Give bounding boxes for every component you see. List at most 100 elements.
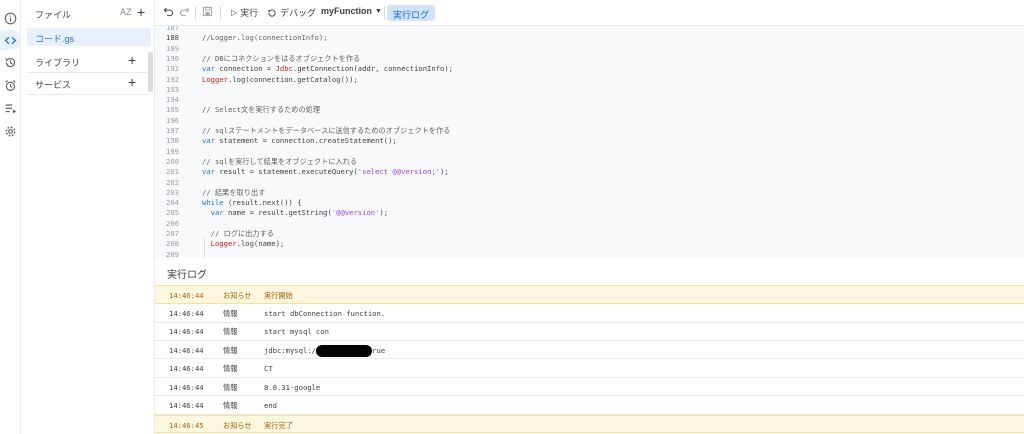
code-token: // sqlを実行して結果をオブジェクトに入れる — [202, 156, 358, 166]
code-token: name = result.getString( — [223, 208, 332, 218]
log-message: 8.0.31-google — [264, 382, 321, 392]
code-text: Logger.log(connection.getCatalog()); — [202, 75, 358, 84]
log-row: 14:46:44 情報 start mysql con — [155, 322, 1024, 341]
undo-icon[interactable] — [163, 6, 174, 17]
code-editor[interactable]: 187 188 //Logger.log(connectionInfo); 189 19… — [155, 26, 1024, 258]
code-text: // ログに出力する — [202, 229, 274, 239]
log-message: 実行開始 — [264, 291, 293, 300]
log-time: 14:46:44 — [169, 364, 204, 373]
line-number: 195 — [166, 105, 179, 115]
run-label: 実行 — [240, 8, 259, 18]
code-text: // sqlを実行して結果をオブジェクトに入れる — [202, 157, 357, 167]
sort-az-button[interactable]: AZ — [120, 7, 132, 17]
log-message: CT — [264, 364, 273, 373]
code-line: 207 // ログに出力する — [155, 229, 1024, 239]
code-line: 208 Logger.log(name); — [155, 239, 1024, 249]
save-icon[interactable] — [202, 6, 213, 17]
execution-log-toggle[interactable]: 実行ログ — [387, 5, 436, 21]
history-icon[interactable] — [3, 55, 18, 70]
code-line: 188 //Logger.log(connectionInfo); — [155, 33, 1024, 43]
log-time: 14:46:44 — [169, 345, 204, 355]
log-time: 14:46:44 — [169, 382, 204, 392]
info-icon[interactable] — [3, 11, 18, 26]
code-token: (result.next()) { — [223, 198, 302, 208]
section-services[interactable]: サービス — [35, 78, 71, 91]
log-row: 14:46:44 情報 CT — [155, 359, 1024, 378]
gear-icon[interactable] — [3, 124, 18, 139]
log-time: 14:46:44 — [169, 291, 204, 300]
line-number: 188 — [166, 33, 179, 43]
log-level: 情報 — [223, 309, 238, 318]
line-number: 194 — [166, 95, 179, 105]
code-text: Logger.log(name); — [202, 239, 285, 248]
line-number: 187 — [166, 26, 179, 32]
line-number: 204 — [166, 198, 179, 208]
code-line: 189 — [155, 44, 1024, 54]
line-number: 202 — [166, 177, 179, 187]
code-text: // sqlステートメントをデータベースに送信するためのオブジェクトを作る — [202, 126, 450, 136]
files-heading: ファイル — [35, 10, 72, 20]
code-token: // sqlステートメントをデータベースに送信するためのオブジェクトを作る — [202, 126, 451, 135]
code-line: 205 var name = result.getString('@@versi… — [155, 208, 1024, 218]
code-line: 192 Logger.log(connection.getCatalog()); — [155, 75, 1024, 85]
log-level: 情報 — [223, 364, 238, 373]
log-message: end — [264, 401, 277, 410]
code-line: 195 // Select文を実行するための処理 — [155, 105, 1024, 115]
log-row: 14:46:44 情報 start dbConnection function. — [155, 304, 1024, 323]
left-nav-rail — [0, 0, 21, 434]
code-line: 206 — [155, 219, 1024, 229]
executions-icon[interactable] — [3, 101, 18, 116]
play-icon: ▷ — [231, 8, 238, 17]
log-level: お知らせ — [223, 420, 252, 430]
files-scrollbar[interactable] — [148, 52, 153, 92]
line-number: 199 — [166, 146, 179, 156]
line-number: 198 — [166, 136, 179, 146]
log-time: 14:46:44 — [169, 401, 204, 410]
code-line: 202 — [155, 178, 1024, 188]
code-text: //Logger.log(connectionInfo); — [202, 33, 328, 42]
redaction-mark — [316, 345, 372, 357]
code-text: // DBにコネクションをはるオブジェクトを作る — [202, 54, 360, 64]
code-token: // ログに出力する — [202, 229, 274, 238]
log-row: 14:46:44 お知らせ 実行開始 — [155, 285, 1024, 304]
editor-toolbar: ▷ 実行 デバッグ myFunction ▼ 実行ログ — [155, 0, 1024, 26]
code-line: 196 — [155, 116, 1024, 126]
code-token: statement = connection.createStatement()… — [214, 136, 397, 146]
log-level: 情報 — [223, 345, 238, 355]
run-button[interactable]: ▷ 実行 — [231, 6, 258, 19]
code-token: .log(connection.getCatalog()); — [227, 74, 358, 84]
code-token: var — [202, 64, 215, 74]
code-token: var — [202, 136, 215, 146]
line-number: 203 — [166, 187, 179, 197]
add-file-icon[interactable]: + — [137, 5, 145, 19]
debug-icon — [268, 8, 276, 17]
line-number: 206 — [166, 218, 179, 228]
code-icon[interactable] — [0, 30, 21, 50]
toolbar-divider — [220, 6, 221, 20]
redo-icon[interactable] — [179, 6, 190, 17]
add-library-icon[interactable]: + — [128, 53, 136, 67]
log-level: 情報 — [223, 327, 238, 336]
code-line: 204 while (result.next()) { — [155, 198, 1024, 208]
line-number: 191 — [166, 64, 179, 74]
section-libraries[interactable]: ライブラリ — [35, 56, 80, 69]
code-line: 191 var connection = Jdbc.getConnection(a… — [155, 64, 1024, 74]
log-message: start dbConnection function. — [264, 309, 386, 318]
code-line: 187 — [155, 26, 1024, 33]
alarm-icon[interactable] — [3, 78, 18, 93]
line-number: 209 — [166, 249, 179, 258]
debug-button[interactable]: デバッグ — [267, 6, 316, 19]
code-token: var — [202, 167, 215, 177]
function-name: myFunction — [321, 6, 372, 16]
dropdown-arrow-icon: ▼ — [375, 7, 382, 15]
log-row: 14:46:45 お知らせ 実行完了 — [155, 414, 1024, 433]
code-line: 199 — [155, 147, 1024, 157]
add-service-icon[interactable]: + — [128, 75, 136, 89]
code-text: var connection = Jdbc.getConnection(addr… — [202, 64, 453, 73]
code-text: while (result.next()) { — [202, 198, 302, 207]
code-token: // DBにコネクションをはるオブジェクトを作る — [202, 53, 361, 63]
function-selector[interactable]: myFunction ▼ — [321, 6, 382, 16]
log-time: 14:46:45 — [169, 420, 204, 430]
file-item-code-gs[interactable]: コード.gs — [27, 28, 151, 46]
debug-label: デバッグ — [280, 8, 317, 18]
